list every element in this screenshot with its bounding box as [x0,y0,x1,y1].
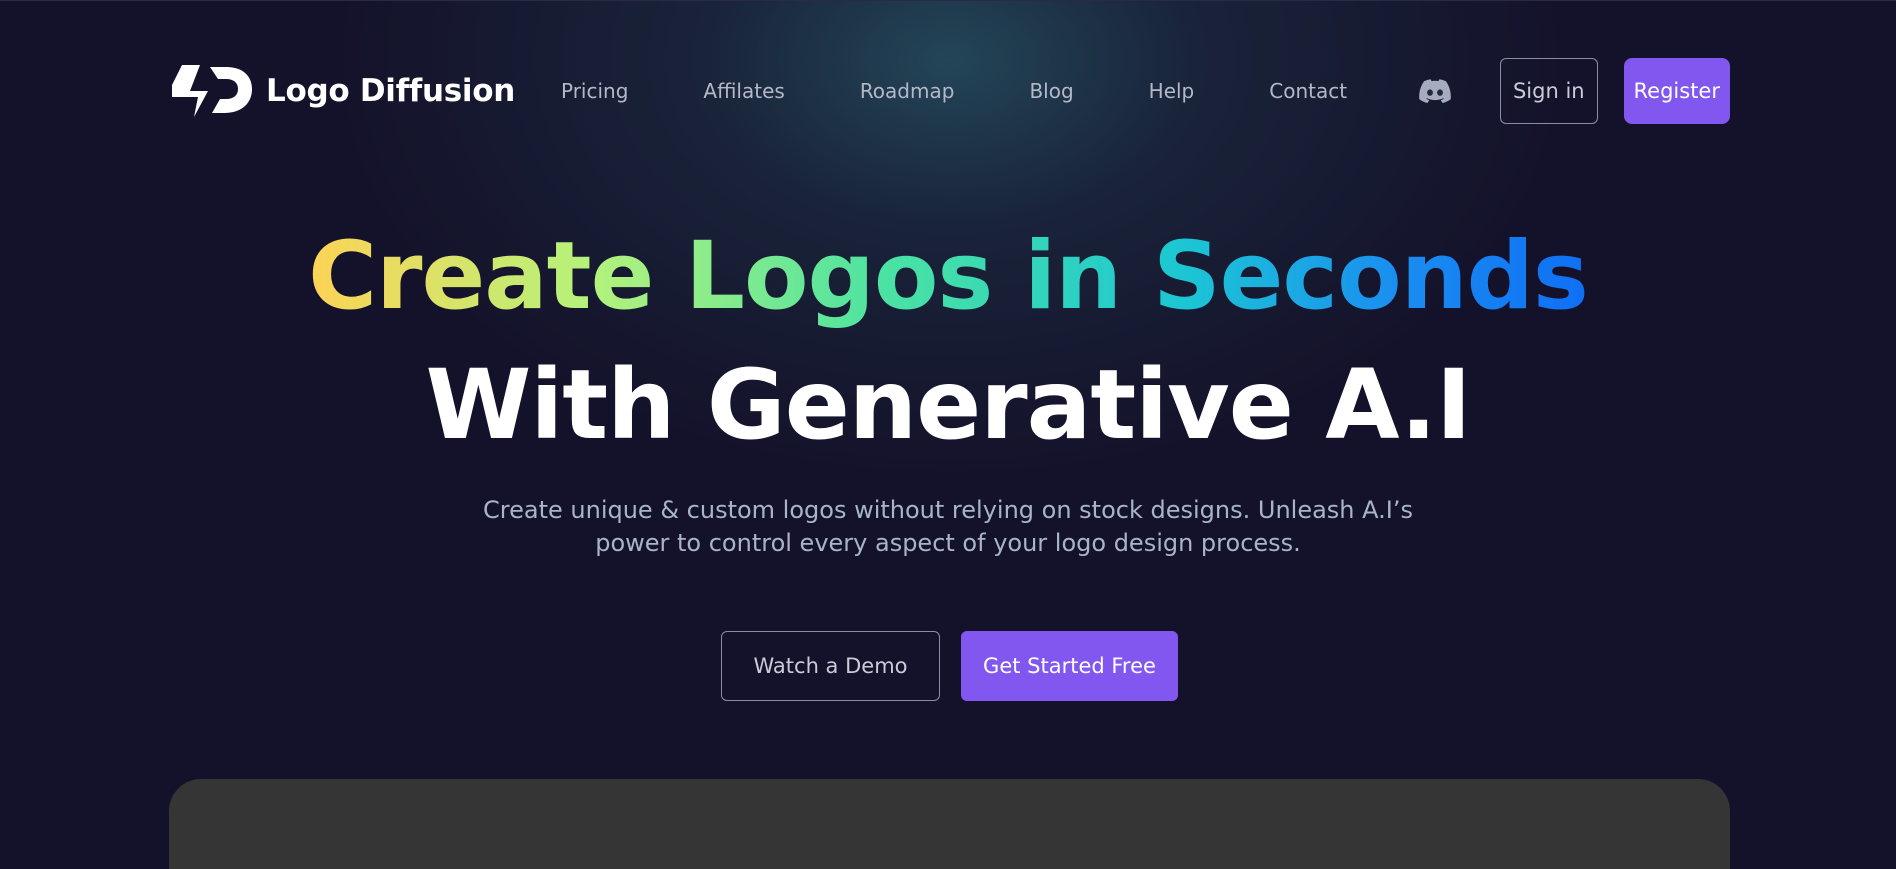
nav-link-pricing[interactable]: Pricing [561,79,628,103]
hero-subtitle: Create unique & custom logos without rel… [448,494,1448,560]
top-navigation: Logo Diffusion Pricing Affilates Roadmap… [168,56,1730,126]
discord-icon[interactable] [1419,79,1451,103]
nav-links: Pricing Affilates Roadmap Blog Help Cont… [561,79,1347,103]
nav-link-blog[interactable]: Blog [1029,79,1073,103]
nav-link-contact[interactable]: Contact [1269,79,1347,103]
get-started-button[interactable]: Get Started Free [961,631,1178,701]
watch-demo-button[interactable]: Watch a Demo [721,631,940,701]
hero-actions: Watch a Demo Get Started Free [721,631,1178,701]
brand-name: Logo Diffusion [266,73,515,109]
nav-link-help[interactable]: Help [1149,79,1195,103]
hero-title-gradient: Create Logos in Seconds [0,222,1896,332]
hero-subtitle-line1: Create unique & custom logos without rel… [483,496,1413,524]
demo-preview-panel [169,779,1730,869]
brand[interactable]: Logo Diffusion [168,63,515,119]
top-border [0,0,1896,1]
hero-title-line1: Create Logos in Seconds [308,222,1589,331]
hero-title-line2: With Generative A.I [425,349,1471,461]
nav-link-roadmap[interactable]: Roadmap [860,79,955,103]
sign-in-button[interactable]: Sign in [1500,58,1598,124]
hero-subtitle-line2: power to control every aspect of your lo… [595,529,1301,557]
nav-link-affiliates[interactable]: Affilates [703,79,784,103]
register-button[interactable]: Register [1623,58,1730,124]
logo-diffusion-mark-icon [168,63,252,119]
